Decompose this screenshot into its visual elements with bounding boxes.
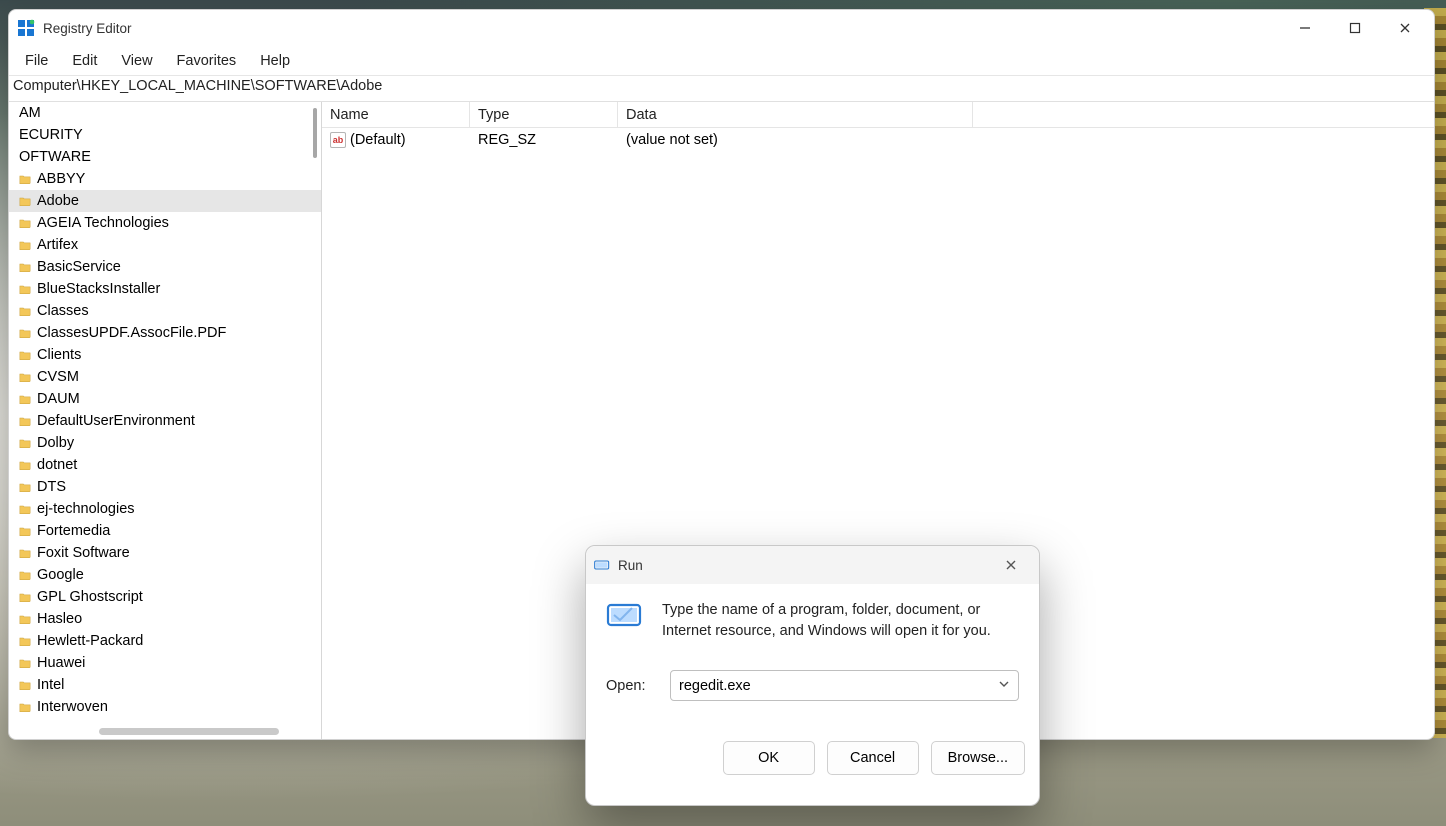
run-description: Type the name of a program, folder, docu… bbox=[662, 600, 1019, 642]
string-value-icon: ab bbox=[330, 132, 346, 148]
menubar: File Edit View Favorites Help bbox=[9, 46, 1434, 76]
window-title: Registry Editor bbox=[43, 21, 132, 36]
tree-item[interactable]: Hasleo bbox=[9, 608, 321, 630]
menu-edit[interactable]: Edit bbox=[60, 49, 109, 73]
menu-view[interactable]: View bbox=[109, 49, 164, 73]
ok-button[interactable]: OK bbox=[723, 741, 815, 775]
menu-file[interactable]: File bbox=[13, 49, 60, 73]
tree-item[interactable]: Huawei bbox=[9, 652, 321, 674]
run-dialog: Run Type the name of a program, folder, … bbox=[585, 545, 1040, 806]
titlebar[interactable]: Registry Editor bbox=[9, 10, 1434, 46]
tree-item[interactable]: OFTWARE bbox=[9, 146, 321, 168]
open-combobox[interactable]: regedit.exe bbox=[670, 670, 1019, 701]
value-row[interactable]: ab(Default)REG_SZ(value not set) bbox=[322, 128, 1434, 152]
tree-item[interactable]: Adobe bbox=[9, 190, 321, 212]
address-bar[interactable]: Computer\HKEY_LOCAL_MACHINE\SOFTWARE\Ado… bbox=[9, 76, 1434, 102]
tree-item[interactable]: dotnet bbox=[9, 454, 321, 476]
tree-item[interactable]: Dolby bbox=[9, 432, 321, 454]
tree-item[interactable]: AGEIA Technologies bbox=[9, 212, 321, 234]
horizontal-scrollbar[interactable] bbox=[9, 723, 321, 737]
tree-item[interactable]: ClassesUPDF.AssocFile.PDF bbox=[9, 322, 321, 344]
tree-pane[interactable]: AMECURITYOFTWAREABBYYAdobeAGEIA Technolo… bbox=[9, 102, 322, 739]
minimize-button[interactable] bbox=[1280, 10, 1330, 46]
tree-item[interactable]: AM bbox=[9, 102, 321, 124]
open-label: Open: bbox=[606, 678, 652, 694]
open-value: regedit.exe bbox=[679, 678, 751, 694]
tree-item[interactable]: DAUM bbox=[9, 388, 321, 410]
run-title-text: Run bbox=[618, 558, 643, 573]
tree-item[interactable]: Hewlett-Packard bbox=[9, 630, 321, 652]
tree-item[interactable]: BlueStacksInstaller bbox=[9, 278, 321, 300]
tree-item[interactable]: GPL Ghostscript bbox=[9, 586, 321, 608]
regedit-app-icon bbox=[17, 19, 35, 37]
run-icon bbox=[606, 602, 644, 628]
tree-item[interactable]: Fortemedia bbox=[9, 520, 321, 542]
menu-help[interactable]: Help bbox=[248, 49, 302, 73]
run-titlebar-icon bbox=[594, 557, 610, 573]
column-headers[interactable]: Name Type Data bbox=[322, 102, 1434, 128]
tree-item[interactable]: Foxit Software bbox=[9, 542, 321, 564]
maximize-button[interactable] bbox=[1330, 10, 1380, 46]
tree-item[interactable]: DTS bbox=[9, 476, 321, 498]
tree-item[interactable]: Clients bbox=[9, 344, 321, 366]
tree-item[interactable]: ABBYY bbox=[9, 168, 321, 190]
tree-item[interactable]: Artifex bbox=[9, 234, 321, 256]
tree-item[interactable]: CVSM bbox=[9, 366, 321, 388]
tree-item[interactable]: ECURITY bbox=[9, 124, 321, 146]
menu-favorites[interactable]: Favorites bbox=[165, 49, 249, 73]
col-name[interactable]: Name bbox=[322, 102, 470, 127]
chevron-down-icon[interactable] bbox=[998, 678, 1010, 694]
tree-item[interactable]: DefaultUserEnvironment bbox=[9, 410, 321, 432]
tree-item[interactable]: Intel bbox=[9, 674, 321, 696]
cancel-button[interactable]: Cancel bbox=[827, 741, 919, 775]
run-close-button[interactable] bbox=[991, 546, 1031, 584]
run-titlebar[interactable]: Run bbox=[586, 546, 1039, 584]
tree-item[interactable]: BasicService bbox=[9, 256, 321, 278]
tree-item[interactable]: Google bbox=[9, 564, 321, 586]
tree-item[interactable]: Interwoven bbox=[9, 696, 321, 718]
tree-item[interactable]: Classes bbox=[9, 300, 321, 322]
browse-button[interactable]: Browse... bbox=[931, 741, 1025, 775]
vertical-scrollbar[interactable] bbox=[309, 102, 321, 739]
col-type[interactable]: Type bbox=[470, 102, 618, 127]
close-button[interactable] bbox=[1380, 10, 1430, 46]
col-data[interactable]: Data bbox=[618, 102, 973, 127]
tree-item[interactable]: ej-technologies bbox=[9, 498, 321, 520]
